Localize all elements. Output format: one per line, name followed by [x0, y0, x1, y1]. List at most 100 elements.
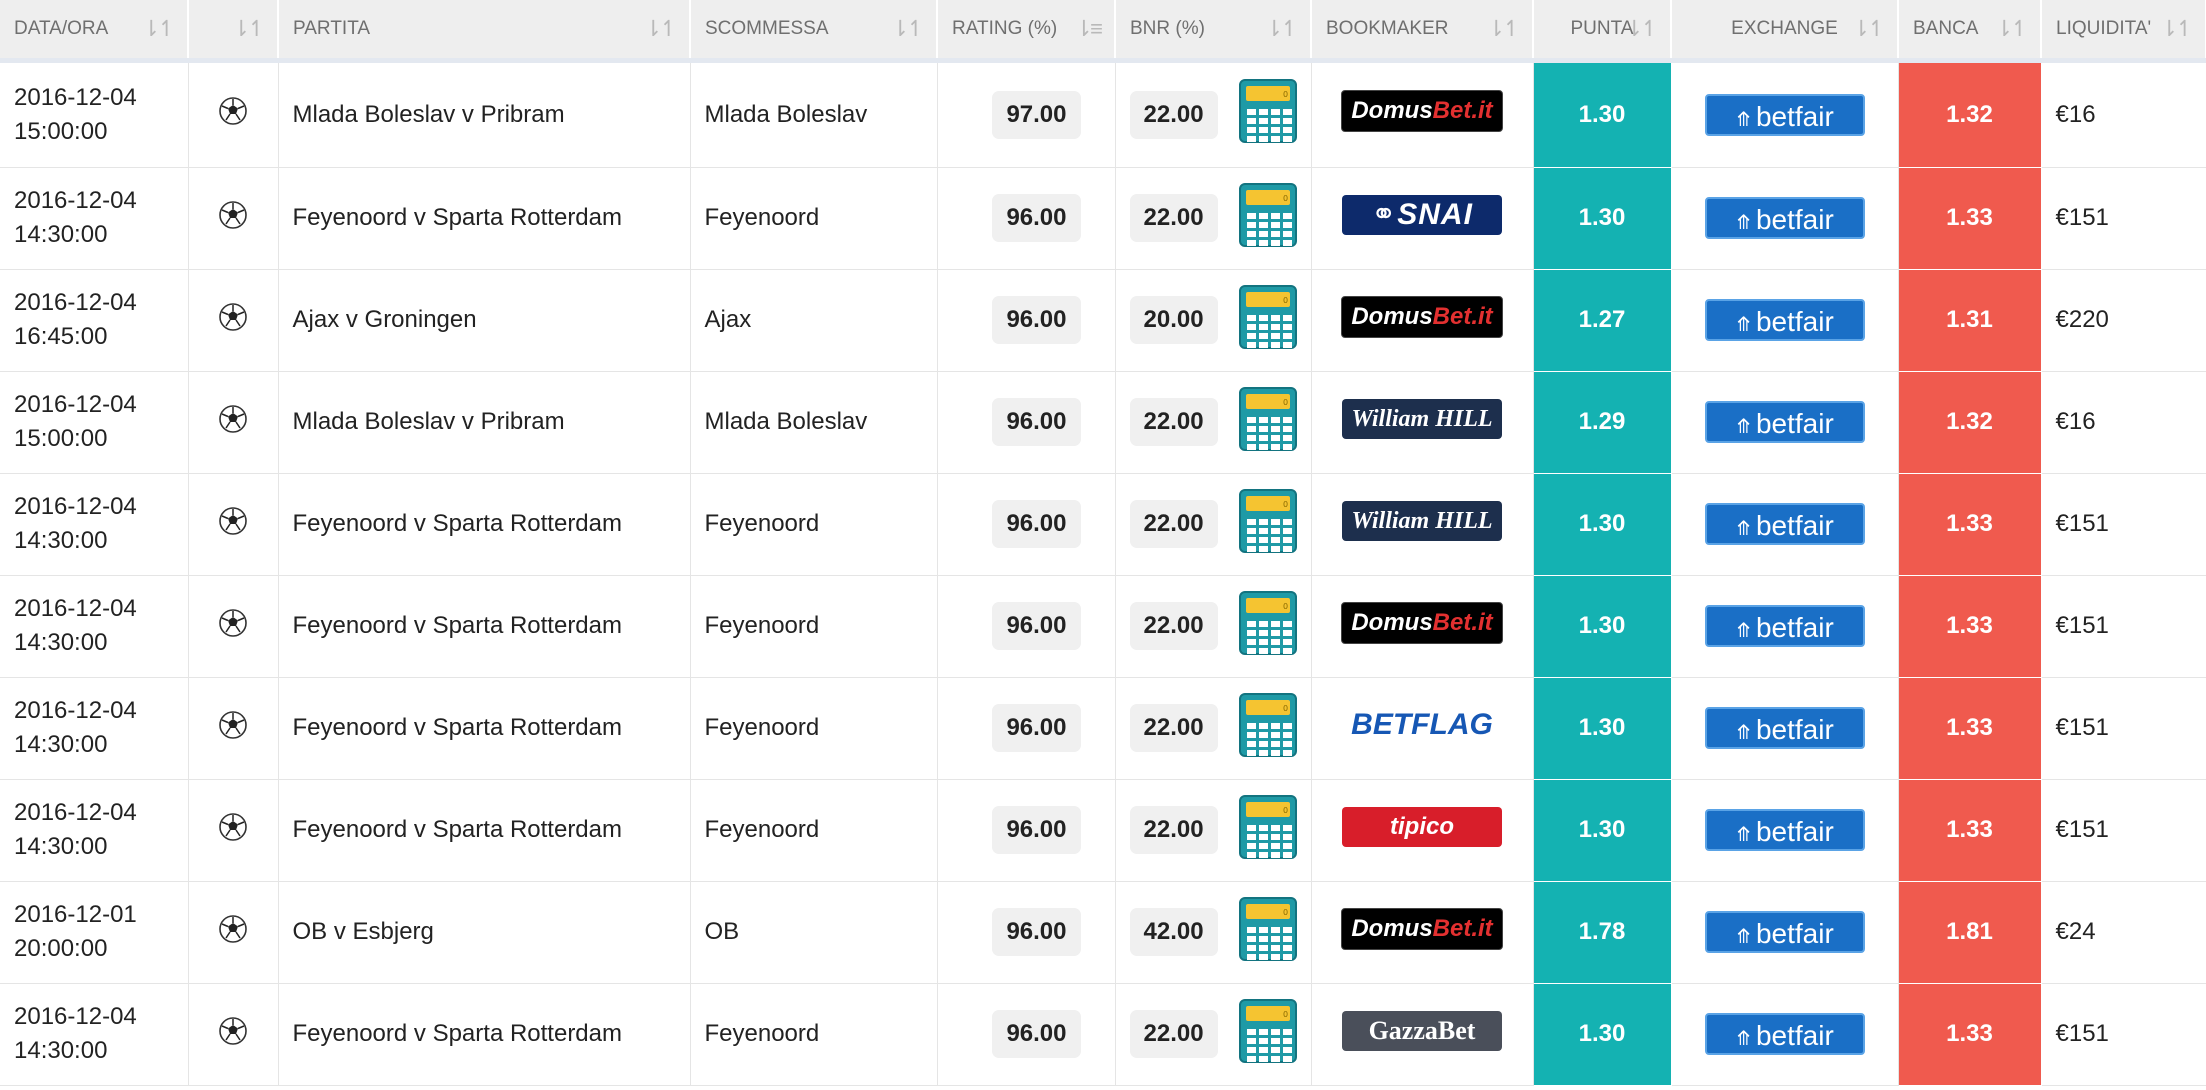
table-row[interactable]: 2016-12-01 20:00:00 OB v Esbjerg OB 96.00 42.… [0, 881, 2206, 984]
exchange-logo-betfair[interactable]: ⤊ betfair [1704, 401, 1865, 443]
bookmaker-logo-williamhill[interactable]: William HILL [1342, 500, 1502, 541]
table-row[interactable]: 2016-12-04 14:30:00 Feyenoord v Sparta Rot… [0, 779, 2206, 882]
banca-cell[interactable]: 1.33 [1898, 779, 2042, 882]
calculator-icon[interactable]: 0 [1238, 896, 1297, 968]
sort-arrows-icon[interactable]: ⇂↿ [2160, 16, 2194, 42]
sort-arrows-icon[interactable]: ⇂↿ [1995, 16, 2029, 42]
bnr-value: 22.00 [1129, 1010, 1218, 1058]
bookmaker-logo-betflag[interactable]: BETFLAG [1342, 704, 1502, 745]
bookmaker-logo-domusbet[interactable]: DomusBet.it [1341, 295, 1503, 338]
bookmaker-logo-domusbet[interactable]: DomusBet.it [1341, 90, 1503, 132]
table-row[interactable]: 2016-12-04 14:30:00 Feyenoord v Sparta Rot… [0, 983, 2206, 1086]
sort-arrows-icon[interactable]: ⇂↿ [1852, 16, 1886, 42]
sport-cell [188, 167, 279, 270]
punta-cell[interactable]: 1.30 [1533, 473, 1672, 576]
punta-cell[interactable]: 1.30 [1533, 57, 1672, 168]
sort-arrows-icon[interactable]: ⇂↿ [891, 16, 925, 42]
header-col-bet[interactable]: SCOMMESSA ⇂↿ [690, 0, 938, 60]
bet-selection: Mlada Boleslav [704, 408, 868, 435]
sort-arrows-icon[interactable]: ⇂↿ [644, 16, 678, 42]
header-col-match[interactable]: PARTITA ⇂↿ [278, 0, 691, 60]
header-col-banca[interactable]: BANCA ⇂↿ [1898, 0, 2042, 60]
table-row[interactable]: 2016-12-04 14:30:00 Feyenoord v Sparta Rot… [0, 167, 2206, 270]
svg-text:0: 0 [1283, 90, 1288, 99]
exchange-logo-betfair[interactable]: ⤊ betfair [1704, 707, 1865, 749]
exchange-logo-betfair[interactable]: ⤊ betfair [1704, 1013, 1865, 1055]
punta-cell[interactable]: 1.30 [1533, 779, 1672, 882]
banca-cell[interactable]: 1.81 [1898, 881, 2042, 984]
exchange-logo-betfair[interactable]: ⤊ betfair [1704, 197, 1865, 239]
sort-arrows-icon[interactable]: ⇂↿ [1487, 16, 1521, 42]
rating-cell: 96.00 [937, 371, 1116, 474]
banca-cell[interactable]: 1.33 [1898, 983, 2042, 1086]
header-col-bnr[interactable]: BNR (%) ⇂↿ [1115, 0, 1312, 60]
calculator-icon[interactable]: 0 [1238, 998, 1297, 1070]
banca-cell[interactable]: 1.32 [1898, 371, 2042, 474]
bookmaker-logo-domusbet[interactable]: DomusBet.it [1341, 907, 1503, 950]
soccer-ball-icon [218, 608, 248, 644]
date-text: 2016-12-04 [14, 289, 137, 316]
punta-cell[interactable]: 1.78 [1533, 881, 1672, 984]
bookmaker-logo-williamhill[interactable]: William HILL [1342, 398, 1502, 439]
exchange-cell: ⤊ betfair [1671, 57, 1899, 168]
exchange-logo-betfair[interactable]: ⤊ betfair [1704, 809, 1865, 851]
bookmaker-logo-tipico[interactable]: tipico [1342, 806, 1502, 847]
bookmaker-logo-snai[interactable]: ⚭SNAI [1342, 194, 1502, 235]
punta-cell[interactable]: 1.30 [1533, 983, 1672, 1086]
exchange-name: betfair [1755, 714, 1834, 745]
date-time-cell: 2016-12-04 14:30:00 [0, 983, 189, 1086]
header-col-punta[interactable]: PUNTA ⇂↿ [1533, 0, 1672, 60]
calculator-icon[interactable]: 0 [1238, 386, 1297, 458]
table-row[interactable]: 2016-12-04 16:45:00 Ajax v Groningen Ajax 96… [0, 269, 2206, 372]
calculator-icon[interactable]: 0 [1238, 182, 1297, 254]
header-col-bookmaker[interactable]: BOOKMAKER ⇂↿ [1311, 0, 1534, 60]
exchange-logo-betfair[interactable]: ⤊ betfair [1704, 93, 1865, 136]
sort-arrows-icon[interactable]: ⇂↿ [232, 16, 266, 42]
calculator-icon[interactable]: 0 [1238, 590, 1297, 662]
bet-cell: Mlada Boleslav [690, 371, 938, 474]
bet-selection: Feyenoord [704, 714, 820, 741]
banca-cell[interactable]: 1.33 [1898, 473, 2042, 576]
liquidity-cell: €151 [2041, 779, 2206, 882]
table-row[interactable]: 2016-12-04 14:30:00 Feyenoord v Sparta Rot… [0, 677, 2206, 780]
calculator-icon[interactable]: 0 [1238, 284, 1297, 356]
exchange-logo-betfair[interactable]: ⤊ betfair [1704, 299, 1865, 341]
sort-arrows-icon[interactable]: ⇂↿ [1265, 16, 1299, 42]
header-col-sport[interactable]: ⇂↿ [188, 0, 279, 60]
table-row[interactable]: 2016-12-04 15:00:00 Mlada Boleslav v Pribr… [0, 371, 2206, 474]
header-col-exchange[interactable]: EXCHANGE ⇂↿ [1671, 0, 1899, 60]
table-row[interactable]: 2016-12-04 14:30:00 Feyenoord v Sparta Rot… [0, 473, 2206, 576]
banca-cell[interactable]: 1.33 [1898, 575, 2042, 678]
punta-cell[interactable]: 1.30 [1533, 677, 1672, 780]
calculator-icon[interactable]: 0 [1238, 692, 1297, 764]
header-col-date-time[interactable]: DATA/ORA ⇂↿ [0, 0, 189, 60]
soccer-ball-icon [218, 97, 248, 132]
bookmaker-logo-domusbet[interactable]: DomusBet.it [1341, 601, 1503, 644]
punta-cell[interactable]: 1.30 [1533, 167, 1672, 270]
exchange-logo-betfair[interactable]: ⤊ betfair [1704, 605, 1865, 647]
banca-cell[interactable]: 1.33 [1898, 677, 2042, 780]
sort-arrows-icon[interactable]: ⇂↿ [1625, 16, 1659, 42]
sort-arrows-icon[interactable]: ⇂↿ [142, 16, 176, 42]
table-row[interactable]: 2016-12-04 15:00:00 Mlada Boleslav v Pribr… [0, 57, 2206, 168]
exchange-logo-betfair[interactable]: ⤊ betfair [1704, 503, 1865, 545]
bet-selection: Feyenoord [704, 204, 820, 231]
header-col-rating[interactable]: RATING (%) ⇂≡ [937, 0, 1116, 60]
banca-cell[interactable]: 1.32 [1898, 57, 2042, 168]
calculator-icon[interactable]: 0 [1238, 794, 1297, 866]
punta-cell[interactable]: 1.29 [1533, 371, 1672, 474]
bet-cell: Feyenoord [690, 473, 938, 576]
table-row[interactable]: 2016-12-04 14:30:00 Feyenoord v Sparta Rot… [0, 575, 2206, 678]
calculator-icon[interactable]: 0 [1238, 488, 1297, 560]
punta-cell[interactable]: 1.30 [1533, 575, 1672, 678]
sort-arrows-icon[interactable]: ⇂≡ [1075, 16, 1103, 42]
exchange-cell: ⤊ betfair [1671, 473, 1899, 576]
bookmaker-logo-gazzabet[interactable]: GazzaBet [1342, 1010, 1502, 1051]
exchange-logo-betfair[interactable]: ⤊ betfair [1704, 911, 1865, 953]
punta-cell[interactable]: 1.27 [1533, 269, 1672, 372]
banca-cell[interactable]: 1.33 [1898, 167, 2042, 270]
match-cell: Feyenoord v Sparta Rotterdam [278, 575, 691, 678]
calculator-icon[interactable]: 0 [1238, 79, 1297, 150]
banca-cell[interactable]: 1.31 [1898, 269, 2042, 372]
header-col-liquidity[interactable]: LIQUIDITA' ⇂↿ [2041, 0, 2206, 60]
